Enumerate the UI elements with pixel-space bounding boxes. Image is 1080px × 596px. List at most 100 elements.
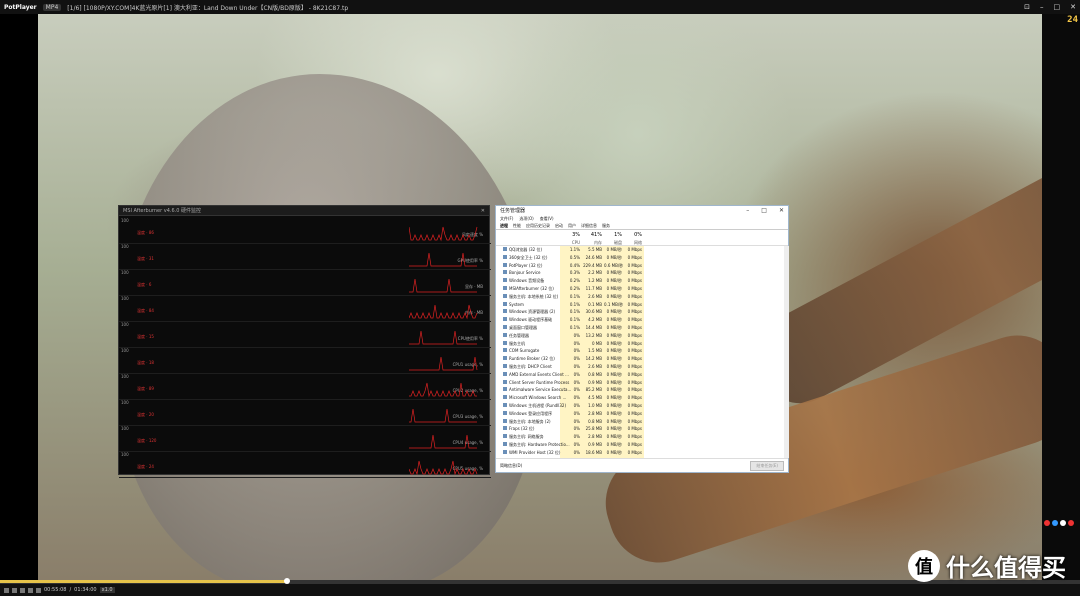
process-row[interactable]: AMD External Events Client ... 0% 0.8 MB 0 … xyxy=(496,371,790,379)
process-row[interactable]: Fraps (32 位) 0% 25.8 MB 0 MB/秒 0 Mbps xyxy=(496,425,790,433)
weibo-icon[interactable] xyxy=(1044,520,1050,526)
process-row[interactable]: 服务主机: 网络服务 0% 2.8 MB 0 MB/秒 0 Mbps xyxy=(496,433,790,441)
process-network: 0 Mbps xyxy=(627,254,642,260)
process-row[interactable]: Bonjour Service 0.3% 2.2 MB 0 MB/秒 0 Mbps xyxy=(496,269,790,277)
play-icon[interactable] xyxy=(4,587,9,593)
tab-details[interactable]: 详细信息 xyxy=(581,223,597,229)
watermark-text: 什么值得买 xyxy=(946,554,1066,582)
process-row[interactable]: COM Surrogate 0% 1.5 MB 0 MB/秒 0 Mbps xyxy=(496,347,790,355)
fewer-details-link[interactable]: 简略信息(D) xyxy=(500,463,522,469)
process-row[interactable]: Client Server Runtime Process 0% 0.9 MB 0 M… xyxy=(496,379,790,387)
close-icon[interactable]: ✕ xyxy=(779,207,784,214)
tab-users[interactable]: 用户 xyxy=(568,223,576,229)
process-disk: 0 MB/秒 xyxy=(606,387,622,393)
process-row[interactable]: Windows 资源管理器 (2) 0.1% 30.6 MB 0 MB/秒 0 Mbps xyxy=(496,308,790,316)
process-name: Runtime Broker (32 位) xyxy=(509,356,555,362)
process-row[interactable]: 服务主机: DHCP Client 0% 2.6 MB 0 MB/秒 0 Mbps xyxy=(496,363,790,371)
maximize-icon[interactable]: □ xyxy=(1054,3,1061,11)
process-disk: 0.6 MB/秒 xyxy=(604,262,624,268)
tab-processes[interactable]: 进程 xyxy=(500,223,508,229)
afterburner-window[interactable]: MSI Afterburner v4.6.0 硬件监控 ✕ 100 温度 · 86… xyxy=(118,205,491,478)
previous-icon[interactable] xyxy=(20,587,25,593)
network-percent[interactable]: 0% xyxy=(624,232,642,238)
process-list-scrollbar[interactable] xyxy=(784,246,789,458)
app-brand[interactable]: PotPlayer xyxy=(4,4,37,11)
monitor-row: 100 温度 · 84 内存 · MB xyxy=(119,294,491,322)
share-icon[interactable] xyxy=(1060,520,1066,526)
minimize-icon[interactable]: – xyxy=(1040,3,1044,11)
process-row[interactable]: Windows 音频设备 0.2% 1.2 MB 0 MB/秒 0 Mbps xyxy=(496,277,790,285)
disk-percent[interactable]: 1% xyxy=(604,232,622,238)
process-row[interactable]: 服务主机: 本地服务 (2) 0% 0.8 MB 0 MB/秒 0 Mbps xyxy=(496,418,790,426)
process-name: Windows 登录应用程序 xyxy=(509,410,553,416)
process-disk: 0 MB/秒 xyxy=(606,371,622,377)
process-memory: 1.5 MB xyxy=(588,348,602,354)
process-memory: 4.2 MB xyxy=(588,317,602,323)
tab-startup[interactable]: 启动 xyxy=(555,223,563,229)
process-cpu: 0% xyxy=(573,441,580,447)
process-row[interactable]: Windows 登录应用程序 0% 2.8 MB 0 MB/秒 0 Mbps xyxy=(496,410,790,418)
process-cpu: 0% xyxy=(573,426,580,432)
monitor-value: 温度 · 18 xyxy=(137,360,154,365)
monitor-row: 100 温度 · 31 GPU使用率 % xyxy=(119,242,491,270)
process-cpu: 0% xyxy=(573,363,580,369)
process-row[interactable]: Windows 驱动程序基础 0.1% 4.2 MB 0 MB/秒 0 Mbps xyxy=(496,316,790,324)
process-icon xyxy=(503,395,507,400)
task-manager-window[interactable]: 任务管理器 – □ ✕ 文件(F) 选项(O) 查看(V) 进程 性能 应用历史… xyxy=(495,205,789,473)
process-cpu: 0.1% xyxy=(569,293,580,299)
tab-services[interactable]: 服务 xyxy=(602,223,610,229)
process-icon xyxy=(503,449,507,454)
process-row[interactable]: 服务主机: Hardware Protectio... 0% 0.9 MB 0 MB/… xyxy=(496,441,790,449)
record-icon[interactable] xyxy=(1068,520,1074,526)
monitor-graph xyxy=(409,252,477,267)
process-row[interactable]: 服务主机 0% 0 MB 0 MB/秒 0 Mbps xyxy=(496,340,790,348)
process-row[interactable]: QQ浏览器 (32 位) 1.1% 5.5 MB 0 MB/秒 0 Mbps xyxy=(496,246,790,254)
process-memory: 0.9 MB xyxy=(588,441,602,447)
process-row[interactable]: Windows 主机进程 (Rundll32) 0% 1.0 MB 0 MB/秒 0 M… xyxy=(496,402,790,410)
monitor-scale: 100 xyxy=(121,244,129,249)
process-row[interactable]: Runtime Broker (32 位) 0% 14.2 MB 0 MB/秒 0 Mb… xyxy=(496,355,790,363)
tab-performance[interactable]: 性能 xyxy=(513,223,521,229)
process-memory: 30.6 MB xyxy=(585,309,602,315)
menu-icon[interactable] xyxy=(36,587,41,593)
afterburner-title-bar[interactable]: MSI Afterburner v4.6.0 硬件监控 ✕ xyxy=(119,206,489,216)
menu-file[interactable]: 文件(F) xyxy=(500,216,513,222)
close-icon[interactable]: ✕ xyxy=(1070,3,1076,11)
qq-icon[interactable] xyxy=(1052,520,1058,526)
menu-options[interactable]: 选项(O) xyxy=(519,216,533,222)
process-row[interactable]: WMI Provider Host (32 位) 0% 18.6 MB 0 MB/秒 0… xyxy=(496,449,790,457)
process-row[interactable]: 任务管理器 0% 13.2 MB 0 MB/秒 0 Mbps xyxy=(496,332,790,340)
minimize-icon[interactable]: – xyxy=(746,207,749,214)
process-icon xyxy=(503,387,507,392)
close-icon[interactable]: ✕ xyxy=(481,208,485,214)
process-row[interactable]: PotPlayer (32 位) 0.4% 229.4 MB 0.6 MB/秒 0 Mb… xyxy=(496,262,790,270)
speed-tag[interactable]: x1.0 xyxy=(99,587,115,593)
process-cpu: 0% xyxy=(573,410,580,416)
tab-app-history[interactable]: 应用历史记录 xyxy=(526,223,550,229)
process-row[interactable]: Microsoft Windows Search ... 0% 4.5 MB 0 MB… xyxy=(496,394,790,402)
monitor-scale: 100 xyxy=(121,348,129,353)
process-icon xyxy=(503,356,507,361)
memory-percent[interactable]: 41% xyxy=(582,232,602,238)
pin-icon[interactable]: ⊡ xyxy=(1024,3,1030,11)
watermark-logo: 值 xyxy=(908,549,940,582)
process-name: 服务主机 xyxy=(509,340,525,346)
process-row[interactable]: Antimalware Service Executa... 0% 85.2 MB 0… xyxy=(496,386,790,394)
maximize-icon[interactable]: □ xyxy=(761,207,767,214)
cpu-column[interactable]: CPU xyxy=(562,240,580,245)
next-icon[interactable] xyxy=(28,587,33,593)
process-row[interactable]: 360安全卫士 (32 位) 0.5% 24.6 MB 0 MB/秒 0 Mbps xyxy=(496,254,790,262)
process-row[interactable]: 服务主机: 本地系统 (32 位) 0.1% 2.6 MB 0 MB/秒 0 Mbps xyxy=(496,293,790,301)
process-disk: 0 MB/秒 xyxy=(606,410,622,416)
process-row[interactable]: 桌面窗口管理器 0.1% 14.4 MB 0 MB/秒 0 Mbps xyxy=(496,324,790,332)
process-cpu: 0.4% xyxy=(569,262,580,268)
end-task-button[interactable]: 结束任务(E) xyxy=(750,460,784,471)
monitor-scale: 100 xyxy=(121,426,129,431)
cpu-percent[interactable]: 3% xyxy=(562,232,580,238)
stop-icon[interactable] xyxy=(12,587,17,593)
process-row[interactable]: System 0.1% 0.1 MB 0.1 MB/秒 0 Mbps xyxy=(496,301,790,309)
process-name: Bonjour Service xyxy=(509,270,541,276)
process-row[interactable]: MSIAfterburner (32 位) 0.2% 11.7 MB 0 MB/秒 0 … xyxy=(496,285,790,293)
task-manager-title-bar[interactable]: 任务管理器 – □ ✕ xyxy=(496,206,788,215)
menu-view[interactable]: 查看(V) xyxy=(540,216,554,222)
